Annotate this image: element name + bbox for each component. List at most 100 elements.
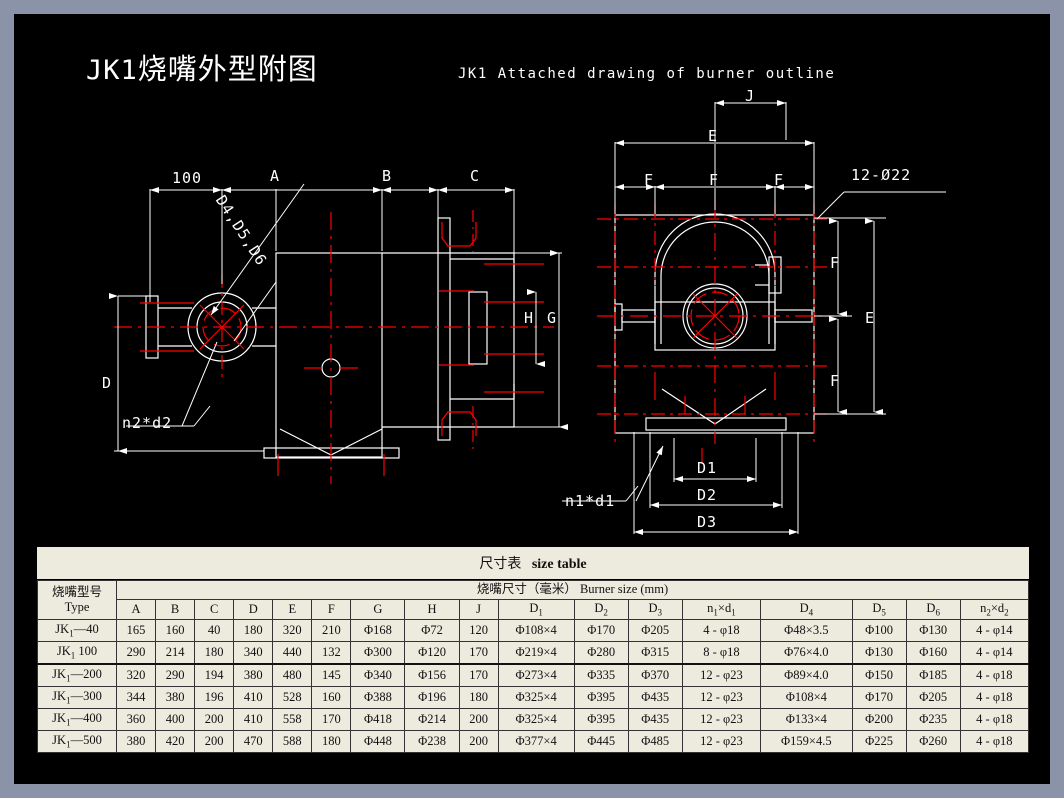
table-row: JK1 100 290 214 180 340 440 132 Φ300 Φ120 170 Φ219… — [37, 641, 1030, 666]
cell-n1×d1: 12 - φ23 — [681, 686, 762, 710]
cell-D: 470 — [233, 730, 274, 754]
dim-label-F3: F — [774, 171, 785, 189]
cell-D1: Φ273×4 — [497, 663, 575, 688]
column-header-14: D5 — [851, 598, 907, 621]
cell-D4: Φ48×3.5 — [760, 619, 853, 643]
column-header-7: H — [404, 598, 460, 621]
cell-D1: Φ108×4 — [497, 619, 575, 643]
cell-D4: Φ76×4.0 — [760, 641, 853, 666]
cell-B: 160 — [155, 619, 196, 643]
cell-n2×d2: 4 - φ14 — [959, 641, 1030, 666]
cell-H: Φ196 — [404, 686, 460, 710]
cell-D4: Φ133×4 — [760, 708, 853, 732]
dim-label-A: A — [270, 167, 281, 185]
dim-label-C: C — [470, 167, 481, 185]
cell-C: 196 — [194, 686, 235, 710]
row-type: JK1—40 — [37, 619, 117, 643]
left-view-outline — [145, 217, 515, 459]
row-type: JK1—500 — [37, 730, 117, 754]
cell-D2: Φ395 — [573, 686, 629, 710]
cell-C: 200 — [194, 730, 235, 754]
cell-n2×d2: 4 - φ14 — [959, 619, 1030, 643]
cell-E: 558 — [272, 708, 313, 732]
cell-D5: Φ150 — [851, 663, 907, 688]
cell-F: 145 — [311, 663, 352, 688]
leader-label-n2d2: n2*d2 — [122, 414, 173, 432]
cell-D: 410 — [233, 708, 274, 732]
cell-J: 170 — [458, 663, 499, 688]
dim-label-F4: F — [830, 254, 841, 272]
cell-D2: Φ395 — [573, 708, 629, 732]
dim-label-B: B — [382, 167, 393, 185]
cell-D2: Φ335 — [573, 663, 629, 688]
cell-n1×d1: 12 - φ23 — [681, 708, 762, 732]
dim-label-G: G — [547, 309, 558, 327]
cell-J: 170 — [458, 641, 499, 666]
cell-J: 180 — [458, 686, 499, 710]
dim-label-J: J — [745, 87, 756, 105]
table-header-row-2: A B C D E F G H J D1 D2 D3 n1×d1 D4 D5 D6 n2×d2 — [38, 598, 1030, 621]
cell-B: 290 — [155, 663, 196, 688]
column-header-2: C — [194, 598, 235, 621]
cell-n2×d2: 4 - φ18 — [959, 708, 1030, 732]
cell-D6: Φ235 — [905, 708, 961, 732]
table-row: JK1—300 344 380 196 410 528 160 Φ388 Φ196 180 Φ325… — [37, 686, 1030, 710]
cell-D6: Φ160 — [905, 641, 961, 666]
cell-D5: Φ100 — [851, 619, 907, 643]
cell-F: 180 — [311, 730, 352, 754]
cell-D: 380 — [233, 663, 274, 688]
cell-E: 320 — [272, 619, 313, 643]
table-row: JK1—200 320 290 194 380 480 145 Φ340 Φ156 170 Φ273… — [37, 663, 1030, 688]
cell-D6: Φ260 — [905, 730, 961, 754]
row-type: JK1—400 — [37, 708, 117, 732]
leader-label-n1d1: n1*d1 — [565, 492, 616, 510]
cell-G: Φ168 — [350, 619, 406, 643]
cell-A: 360 — [115, 708, 157, 732]
technical-drawing — [109, 100, 946, 535]
cell-D3: Φ205 — [627, 619, 683, 643]
table-row: JK1—400 360 400 200 410 558 170 Φ418 Φ214 200 Φ325… — [37, 708, 1030, 732]
drawing-sheet: JK1烧嘴外型附图 JK1 Attached drawing of burner… — [14, 14, 1050, 784]
column-header-10: D2 — [573, 598, 629, 621]
size-table-title: 尺寸表 size table — [37, 547, 1029, 580]
cell-B: 380 — [155, 686, 196, 710]
cell-A: 320 — [115, 663, 157, 688]
column-header-1: B — [155, 598, 196, 621]
cell-n2×d2: 4 - φ18 — [959, 730, 1030, 754]
dim-label-H: H — [524, 309, 535, 327]
table-row: JK1—40 165 160 40 180 320 210 Φ168 Φ72 120 Φ108×4 Φ… — [37, 619, 1030, 643]
column-header-15: D6 — [905, 598, 961, 621]
dim-label-D2: D2 — [697, 486, 718, 504]
cell-D4: Φ159×4.5 — [760, 730, 853, 754]
dim-label-D: D — [102, 374, 113, 392]
table-row: JK1—500 380 420 200 470 588 180 Φ448 Φ238 200 Φ377… — [37, 730, 1030, 754]
dim-label-D3: D3 — [697, 513, 718, 531]
cell-n1×d1: 12 - φ23 — [681, 663, 762, 688]
cell-D: 340 — [233, 641, 274, 666]
column-header-0: A — [115, 598, 157, 621]
size-table: 尺寸表 size table 烧嘴型号 Type 烧嘴尺寸（毫米） Burner… — [36, 546, 1030, 755]
size-table-title-en: size table — [531, 557, 587, 572]
column-header-16: n2×d2 — [959, 598, 1030, 621]
cell-D4: Φ89×4.0 — [760, 663, 853, 688]
table-header-row-1: 烧嘴型号 Type 烧嘴尺寸（毫米） Burner size (mm) — [37, 579, 1029, 621]
cell-F: 210 — [311, 619, 352, 643]
row-type: JK1 100 — [37, 641, 117, 666]
cell-E: 528 — [272, 686, 313, 710]
cell-D5: Φ225 — [851, 730, 907, 754]
cell-D3: Φ315 — [627, 641, 683, 666]
column-header-5: F — [311, 598, 352, 621]
cell-D5: Φ170 — [851, 686, 907, 710]
cell-D6: Φ130 — [905, 619, 961, 643]
cell-D2: Φ280 — [573, 641, 629, 666]
cell-C: 200 — [194, 708, 235, 732]
cell-B: 214 — [155, 641, 196, 666]
cell-D1: Φ325×4 — [497, 708, 575, 732]
cell-n1×d1: 12 - φ23 — [681, 730, 762, 754]
cell-A: 165 — [115, 619, 157, 643]
cell-H: Φ72 — [404, 619, 460, 643]
cell-D1: Φ219×4 — [497, 641, 575, 666]
cell-H: Φ156 — [404, 663, 460, 688]
cell-J: 120 — [458, 619, 499, 643]
cell-J: 200 — [458, 708, 499, 732]
